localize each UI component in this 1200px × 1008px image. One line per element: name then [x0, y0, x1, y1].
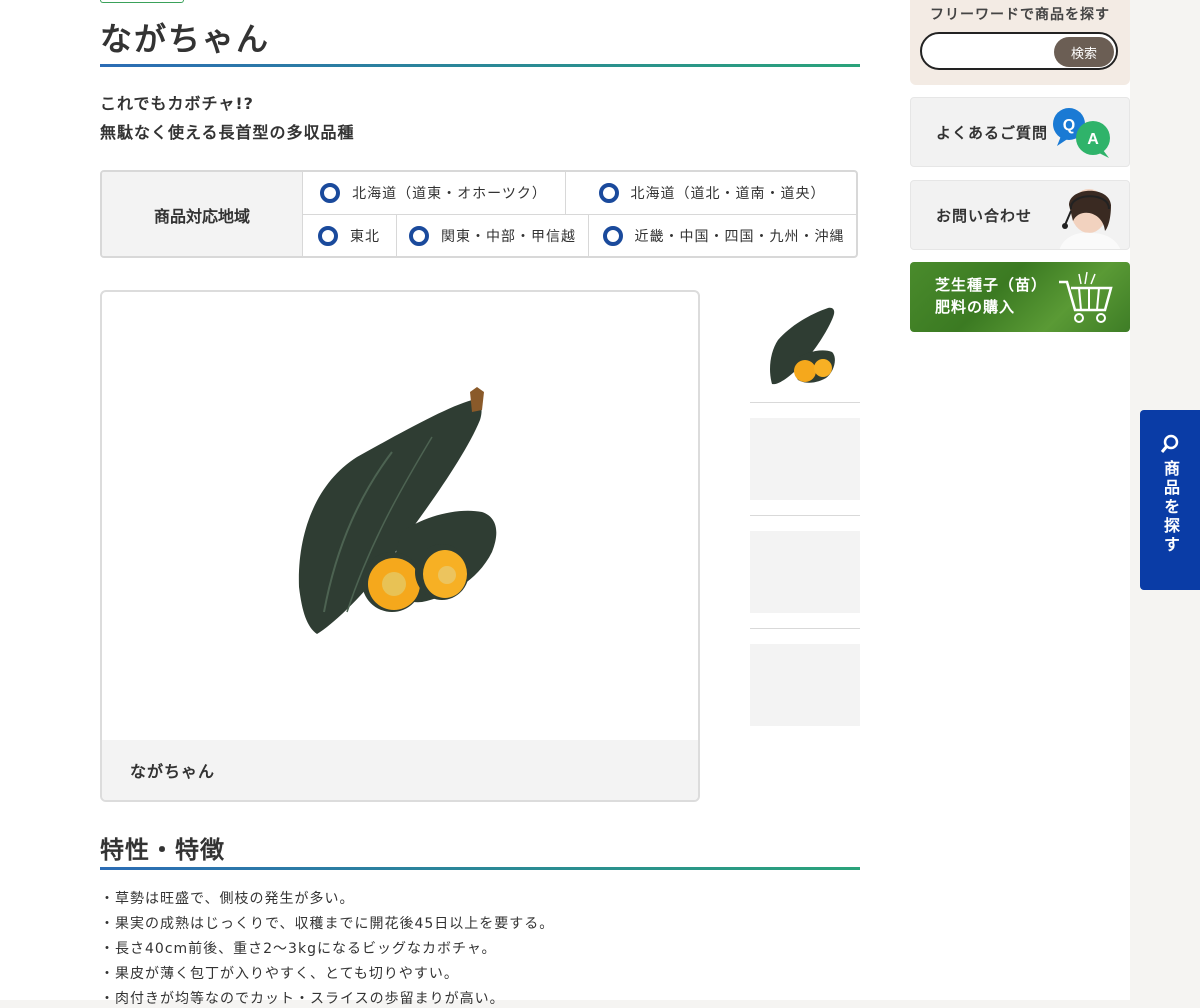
faq-link[interactable]: よくあるご質問 Q A — [910, 97, 1130, 167]
shopping-cart-icon — [1059, 271, 1113, 323]
search-icon — [1160, 434, 1179, 453]
contact-link[interactable]: お問い合わせ — [910, 180, 1130, 250]
region-row-2: 東北 関東・中部・甲信越 近畿・中国・四国・九州・沖縄 — [302, 215, 856, 256]
region-label: 関東・中部・甲信越 — [441, 229, 576, 245]
radio-marker-icon — [318, 226, 338, 246]
title-divider — [100, 64, 860, 67]
page-title: ながちゃん — [100, 20, 271, 58]
operator-photo — [1059, 189, 1121, 249]
find-products-label: 商品を探す — [1161, 460, 1180, 555]
radio-marker-icon — [409, 226, 429, 246]
region-cell: 北海道（道東・オホーツク） — [302, 172, 566, 214]
qa-bubble-icon: Q A — [1053, 108, 1110, 158]
region-label: 北海道（道北・道南・道央） — [630, 186, 826, 202]
region-cell: 北海道（道北・道南・道央） — [566, 172, 856, 214]
region-label: 近畿・中国・四国・九州・沖縄 — [634, 229, 845, 245]
purchase-label-2: 肥料の購入 — [935, 298, 1016, 316]
find-products-tab[interactable]: 商品を探す — [1140, 410, 1200, 590]
purchase-link[interactable]: 芝生種子（苗） 肥料の購入 — [910, 262, 1130, 332]
main-content: ながちゃん これでもカボチャ!? 無駄なく使える長首型の多収品種 商品対応地域 … — [0, 0, 1130, 1007]
faq-label: よくあるご質問 — [936, 124, 1049, 142]
region-cell: 東北 — [302, 215, 397, 256]
search-panel: フリーワードで商品を探す 検索 — [910, 0, 1130, 85]
radio-marker-icon — [602, 226, 623, 246]
category-tag[interactable] — [100, 0, 184, 3]
q-letter: Q — [1063, 117, 1075, 134]
lead-line-2: 無駄なく使える長首型の多収品種 — [100, 123, 355, 142]
radio-marker-icon — [320, 183, 341, 203]
thumbnail-divider — [750, 515, 860, 516]
feature-item: ・果皮が薄く包丁が入りやすく、とても切りやすい。 — [100, 966, 459, 982]
thumbnail-1[interactable] — [750, 300, 860, 392]
region-cell: 関東・中部・甲信越 — [397, 215, 589, 256]
features-divider — [100, 867, 860, 870]
region-label: 東北 — [350, 229, 380, 245]
pumpkin-thumb-image — [770, 307, 835, 385]
thumbnail-divider — [750, 402, 860, 403]
thumbnail-divider — [750, 628, 860, 629]
region-table: 商品対応地域 北海道（道東・オホーツク） 北海道（道北・道南・道央） 東北 関東… — [100, 170, 858, 258]
search-label: フリーワードで商品を探す — [930, 7, 1110, 23]
search-button[interactable]: 検索 — [1054, 37, 1114, 67]
region-cell: 近畿・中国・四国・九州・沖縄 — [589, 215, 856, 256]
radio-marker-icon — [598, 183, 619, 203]
region-heading: 商品対応地域 — [102, 172, 303, 256]
features-heading: 特性・特徴 — [100, 836, 225, 864]
main-product-image[interactable]: ながちゃん — [100, 290, 700, 802]
thumbnail-3[interactable] — [750, 531, 860, 613]
pumpkin-image — [298, 387, 497, 634]
feature-item: ・草勢は旺盛で、側枝の発生が多い。 — [100, 891, 355, 907]
region-row-1: 北海道（道東・オホーツク） 北海道（道北・道南・道央） — [302, 172, 856, 215]
image-caption: ながちゃん — [102, 740, 698, 800]
a-letter: A — [1087, 131, 1099, 148]
thumbnail-2[interactable] — [750, 418, 860, 500]
feature-item: ・果実の成熟はじっくりで、収穫までに開花後45日以上を要する。 — [100, 916, 555, 932]
thumbnail-4[interactable] — [750, 644, 860, 726]
region-label: 北海道（道東・オホーツク） — [352, 186, 547, 202]
feature-item: ・肉付きが均等なのでカット・スライスの歩留まりが高い。 — [100, 991, 505, 1007]
contact-label: お問い合わせ — [936, 207, 1033, 225]
purchase-label-1: 芝生種子（苗） — [935, 276, 1048, 294]
feature-item: ・長さ40cm前後、重さ2〜3kgになるビッグなカボチャ。 — [100, 941, 497, 957]
lead-line-1: これでもカボチャ!? — [100, 94, 254, 113]
